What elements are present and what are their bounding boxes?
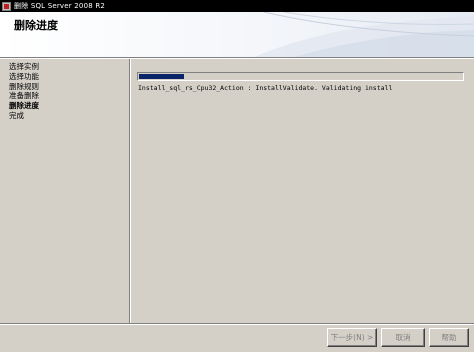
step-ready-to-remove: 准备删除 xyxy=(9,91,39,101)
next-button[interactable]: 下一步(N) > xyxy=(327,328,377,347)
step-removal-rules: 删除规则 xyxy=(9,81,39,91)
footer-divider-highlight xyxy=(0,324,474,325)
step-complete: 完成 xyxy=(9,110,24,120)
steps-list: 选择实例 选择功能 删除规则 准备删除 删除进度 完成 xyxy=(9,62,39,121)
step-select-instance: 选择实例 xyxy=(9,62,39,71)
step-removal-progress: 删除进度 xyxy=(9,101,39,111)
cancel-button[interactable]: 取消 xyxy=(381,328,425,347)
window-titlebar[interactable]: 删除 SQL Server 2008 R2 xyxy=(0,0,474,12)
page-title: 删除进度 xyxy=(14,19,58,32)
step-select-features: 选择功能 xyxy=(9,71,39,81)
removal-progress-bar xyxy=(137,72,464,81)
progress-bar-fill xyxy=(139,74,184,79)
steps-sidebar: 选择实例 选择功能 删除规则 准备删除 删除进度 完成 xyxy=(0,59,129,323)
sidebar-divider-highlight xyxy=(130,59,131,323)
header-banner: 删除进度 xyxy=(0,12,474,57)
setup-app-icon xyxy=(2,1,11,11)
progress-status-text: Install_sql_rs_Cpu32_Action : InstallVal… xyxy=(138,84,393,92)
banner-decoration xyxy=(254,12,474,57)
help-button[interactable]: 帮助 xyxy=(429,328,469,347)
window-title: 删除 SQL Server 2008 R2 xyxy=(14,2,106,10)
